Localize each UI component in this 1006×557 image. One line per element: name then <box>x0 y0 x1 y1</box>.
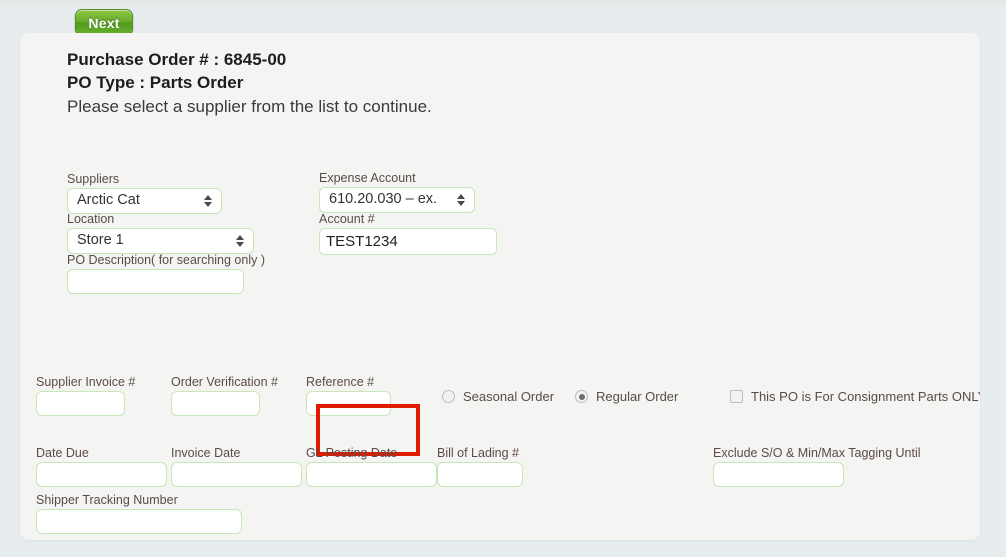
account-number-field: Account # <box>319 212 497 255</box>
suppliers-field: Suppliers Arctic Cat <box>67 172 222 214</box>
radio-icon <box>442 390 455 403</box>
radio-regular-order[interactable]: Regular Order <box>575 389 678 404</box>
date-due-field: Date Due <box>36 446 167 487</box>
radio-seasonal-order[interactable]: Seasonal Order <box>442 389 554 404</box>
invoice-date-input[interactable] <box>171 462 302 487</box>
suppliers-label: Suppliers <box>67 172 120 186</box>
radio-selected-icon <box>575 390 588 403</box>
po-description-field: PO Description( for searching only ) <box>67 253 265 294</box>
seasonal-order-label: Seasonal Order <box>463 389 555 404</box>
chevron-updown-icon <box>457 193 465 207</box>
account-number-label: Account # <box>319 212 375 226</box>
location-select-value: Store 1 <box>77 232 124 248</box>
expense-account-select-value: 610.20.030 – ex. <box>329 191 438 207</box>
supplier-invoice-field: Supplier Invoice # <box>36 375 135 416</box>
date-due-input[interactable] <box>36 462 167 487</box>
top-gradient-strip <box>0 0 1006 8</box>
purchase-order-panel: Purchase Order # : 6845-00 PO Type : Par… <box>20 33 980 540</box>
order-verification-field: Order Verification # <box>171 375 278 416</box>
reference-label: Reference # <box>306 375 375 389</box>
consignment-label: This PO is For Consignment Parts ONLY <box>751 389 980 404</box>
po-description-input[interactable] <box>67 269 244 294</box>
checkbox-icon <box>730 390 743 403</box>
po-type-heading: PO Type : Parts Order <box>67 73 244 92</box>
expense-account-field: Expense Account 610.20.030 – ex. <box>319 171 475 213</box>
exclude-tagging-field: Exclude S/O & Min/Max Tagging Until <box>713 446 921 487</box>
order-verification-input[interactable] <box>171 391 260 416</box>
order-verification-label: Order Verification # <box>171 375 278 389</box>
exclude-tagging-input[interactable] <box>713 462 844 487</box>
shipper-tracking-input[interactable] <box>36 509 242 534</box>
invoice-date-field: Invoice Date <box>171 446 302 487</box>
expense-account-select[interactable]: 610.20.030 – ex. <box>319 187 475 213</box>
bill-of-lading-field: Bill of Lading # <box>437 446 523 487</box>
reference-input[interactable] <box>306 391 391 416</box>
consignment-checkbox[interactable]: This PO is For Consignment Parts ONLY <box>730 389 980 404</box>
purchase-order-number-heading: Purchase Order # : 6845-00 <box>67 50 287 69</box>
supplier-invoice-label: Supplier Invoice # <box>36 375 136 389</box>
location-field: Location Store 1 <box>67 212 254 254</box>
exclude-tagging-label: Exclude S/O & Min/Max Tagging Until <box>713 446 921 460</box>
chevron-updown-icon <box>204 194 212 208</box>
account-number-input[interactable] <box>319 228 497 255</box>
bill-of-lading-label: Bill of Lading # <box>437 446 520 460</box>
invoice-date-label: Invoice Date <box>171 446 241 460</box>
regular-order-label: Regular Order <box>596 389 679 404</box>
suppliers-select[interactable]: Arctic Cat <box>67 188 222 214</box>
location-select[interactable]: Store 1 <box>67 228 254 254</box>
next-button[interactable]: Next <box>75 9 133 36</box>
date-due-label: Date Due <box>36 446 89 460</box>
shipper-tracking-field: Shipper Tracking Number <box>36 493 242 534</box>
gl-posting-date-label: GL Posting Date <box>306 446 398 460</box>
reference-field: Reference # <box>306 375 391 416</box>
chevron-updown-icon <box>236 234 244 248</box>
gl-posting-date-input[interactable] <box>306 462 437 487</box>
po-description-label: PO Description( for searching only ) <box>67 253 265 267</box>
shipper-tracking-label: Shipper Tracking Number <box>36 493 178 507</box>
gl-posting-date-field: GL Posting Date <box>306 446 437 487</box>
location-label: Location <box>67 212 115 226</box>
suppliers-select-value: Arctic Cat <box>77 192 140 208</box>
expense-account-label: Expense Account <box>319 171 416 185</box>
instruction-text: Please select a supplier from the list t… <box>67 97 432 116</box>
bill-of-lading-input[interactable] <box>437 462 523 487</box>
supplier-invoice-input[interactable] <box>36 391 125 416</box>
